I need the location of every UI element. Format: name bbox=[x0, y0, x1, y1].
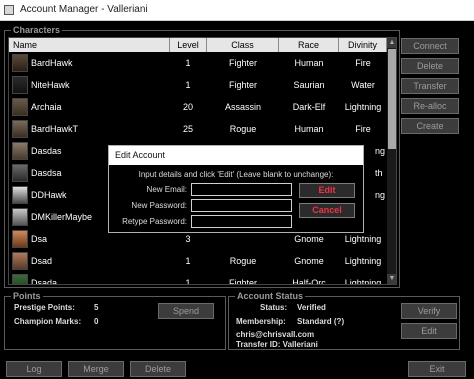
spend-button[interactable]: Spend bbox=[158, 303, 214, 319]
status-value: Verified bbox=[297, 303, 326, 312]
edit-account-dialog: Edit Account Input details and click 'Ed… bbox=[108, 145, 364, 233]
column-race[interactable]: Race bbox=[279, 38, 339, 52]
log-button[interactable]: Log bbox=[6, 361, 62, 377]
window-title: Account Manager - Valleriani bbox=[20, 4, 148, 15]
character-portrait bbox=[12, 120, 28, 138]
dialog-title: Edit Account bbox=[109, 146, 363, 165]
account-email: chris@chrisvall.com bbox=[236, 330, 315, 339]
verify-button[interactable]: Verify bbox=[401, 303, 457, 319]
character-portrait bbox=[12, 208, 28, 226]
prestige-points-label: Prestige Points: bbox=[14, 303, 75, 312]
character-portrait bbox=[12, 252, 28, 270]
exit-button[interactable]: Exit bbox=[408, 361, 466, 377]
membership-value: Standard (?) bbox=[297, 317, 345, 326]
scroll-down-arrow-icon[interactable]: ▼ bbox=[387, 274, 396, 284]
column-class[interactable]: Class bbox=[207, 38, 279, 52]
new-email-label: New Email: bbox=[146, 185, 187, 194]
dialog-instructions: Input details and click 'Edit' (Leave bl… bbox=[138, 170, 334, 179]
list-header: Name Level Class Race Divinity bbox=[9, 38, 387, 52]
character-portrait bbox=[12, 142, 28, 160]
delete-character-button[interactable]: Delete bbox=[401, 58, 459, 74]
new-password-label: New Password: bbox=[131, 201, 187, 210]
character-portrait bbox=[12, 76, 28, 94]
realloc-button[interactable]: Re-alloc bbox=[401, 98, 459, 114]
table-row[interactable]: Archaia 20 Assassin Dark-Elf Lightning bbox=[9, 96, 387, 118]
scroll-up-arrow-icon[interactable]: ▲ bbox=[387, 38, 396, 48]
champion-marks-label: Champion Marks: bbox=[14, 317, 82, 326]
character-portrait bbox=[12, 164, 28, 182]
table-row[interactable]: BardHawkT 25 Rogue Human Fire bbox=[9, 118, 387, 140]
app-icon bbox=[4, 5, 14, 15]
retype-password-label: Retype Password: bbox=[122, 217, 187, 226]
table-row[interactable]: Dsad 1 Rogue Gnome Lightning bbox=[9, 250, 387, 272]
dialog-edit-button[interactable]: Edit bbox=[299, 183, 355, 198]
delete-account-button[interactable]: Delete bbox=[130, 361, 186, 377]
status-label: Status: bbox=[260, 303, 288, 312]
table-row[interactable]: BardHawk 1 Fighter Human Fire bbox=[9, 52, 387, 74]
retype-password-field[interactable] bbox=[191, 215, 292, 228]
transfer-id: Transfer ID: Valleriani bbox=[236, 340, 318, 349]
column-level[interactable]: Level bbox=[170, 38, 207, 52]
merge-button[interactable]: Merge bbox=[68, 361, 124, 377]
table-row[interactable]: NiteHawk 1 Fighter Saurian Water bbox=[9, 74, 387, 96]
character-portrait bbox=[12, 274, 28, 284]
character-portrait bbox=[12, 54, 28, 72]
scrollbar-thumb[interactable] bbox=[388, 49, 396, 149]
column-name[interactable]: Name bbox=[9, 38, 170, 52]
connect-button[interactable]: Connect bbox=[401, 38, 459, 54]
champion-marks-value: 0 bbox=[94, 317, 99, 326]
points-label: Points bbox=[11, 291, 43, 301]
window-titlebar: Account Manager - Valleriani bbox=[0, 0, 474, 21]
column-divinity[interactable]: Divinity bbox=[339, 38, 387, 52]
list-scrollbar[interactable]: ▲ ▼ bbox=[387, 38, 396, 284]
edit-account-button[interactable]: Edit bbox=[401, 323, 457, 339]
create-button[interactable]: Create bbox=[401, 118, 459, 134]
character-portrait bbox=[12, 230, 28, 248]
character-portrait bbox=[12, 186, 28, 204]
table-row[interactable]: Dsada 1 Fighter Half-Orc Lightning bbox=[9, 272, 387, 284]
account-status-label: Account Status bbox=[235, 291, 306, 301]
new-email-field[interactable] bbox=[191, 183, 292, 196]
membership-label: Membership: bbox=[236, 317, 286, 326]
dialog-cancel-button[interactable]: Cancel bbox=[299, 203, 355, 218]
prestige-points-value: 5 bbox=[94, 303, 99, 312]
characters-label: Characters bbox=[11, 25, 63, 35]
new-password-field[interactable] bbox=[191, 199, 292, 212]
transfer-button[interactable]: Transfer bbox=[401, 78, 459, 94]
character-portrait bbox=[12, 98, 28, 116]
